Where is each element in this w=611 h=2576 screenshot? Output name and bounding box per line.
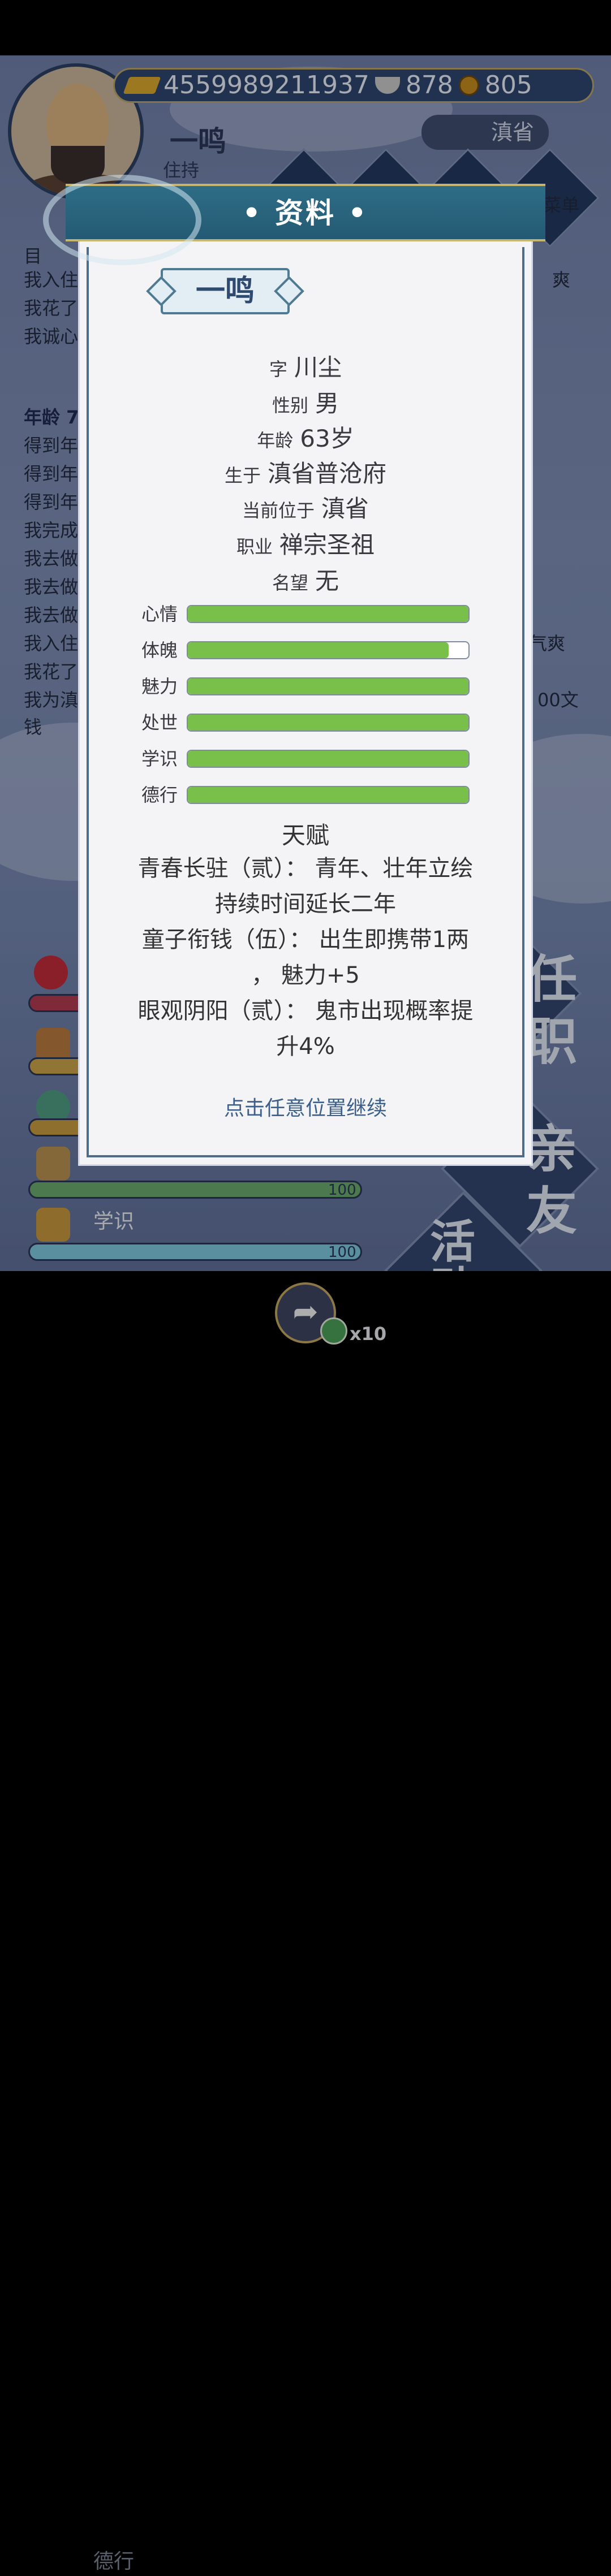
name-plate: 一鸣 [161, 268, 290, 314]
learning-bar [187, 750, 470, 768]
stat-row-mood: 心情 [141, 604, 470, 624]
stat-row-learning: 学识 [141, 749, 470, 768]
info-courtesy-name: 字川尘 [269, 353, 342, 381]
frame-corner [507, 1140, 524, 1157]
stat-row-physique: 体魄 [141, 641, 470, 660]
talent-heading: 天赋 [281, 822, 329, 849]
info-location: 当前位于 滇省 [242, 495, 369, 522]
talent-line: 眼观阴阳（贰）： 鬼市出现概率提 [137, 998, 474, 1024]
mood-bar [187, 605, 470, 623]
social-bar [187, 714, 470, 732]
info-occupation: 职业 禅宗圣祖 [236, 531, 375, 559]
dialog-title: • 资料 • [242, 197, 369, 230]
talent-line: 持续时间延长二年 [215, 891, 396, 917]
info-birthplace: 生于 滇省普沧府 [224, 460, 387, 487]
physique-bar [187, 641, 470, 659]
talent-line: ， 魅力+5 [251, 962, 360, 988]
stat-row-virtue: 德行 [141, 785, 470, 805]
talent-line: 青春长驻（贰）： 青年、壮年立绘 [137, 855, 474, 881]
stat-row-charm: 魅力 [141, 677, 470, 696]
dialog-header: • 资料 • [43, 175, 545, 265]
charm-bar [187, 677, 470, 695]
info-gender: 性别男 [272, 390, 339, 417]
continue-hint[interactable]: 点击任意位置继续 [78, 1092, 533, 1121]
virtue-bar [187, 786, 470, 804]
info-reputation: 名望无 [272, 567, 339, 595]
talent-line: 童子衔钱（伍）： 出生即携带1两 [141, 927, 470, 953]
info-age: 年龄 63岁 [257, 425, 354, 452]
frame-corner [87, 1140, 104, 1157]
stat-row-social: 处世 [141, 713, 470, 732]
talent-line: 升4% [276, 1034, 335, 1060]
bg-stat-virtue: 德行 [93, 2550, 135, 2573]
